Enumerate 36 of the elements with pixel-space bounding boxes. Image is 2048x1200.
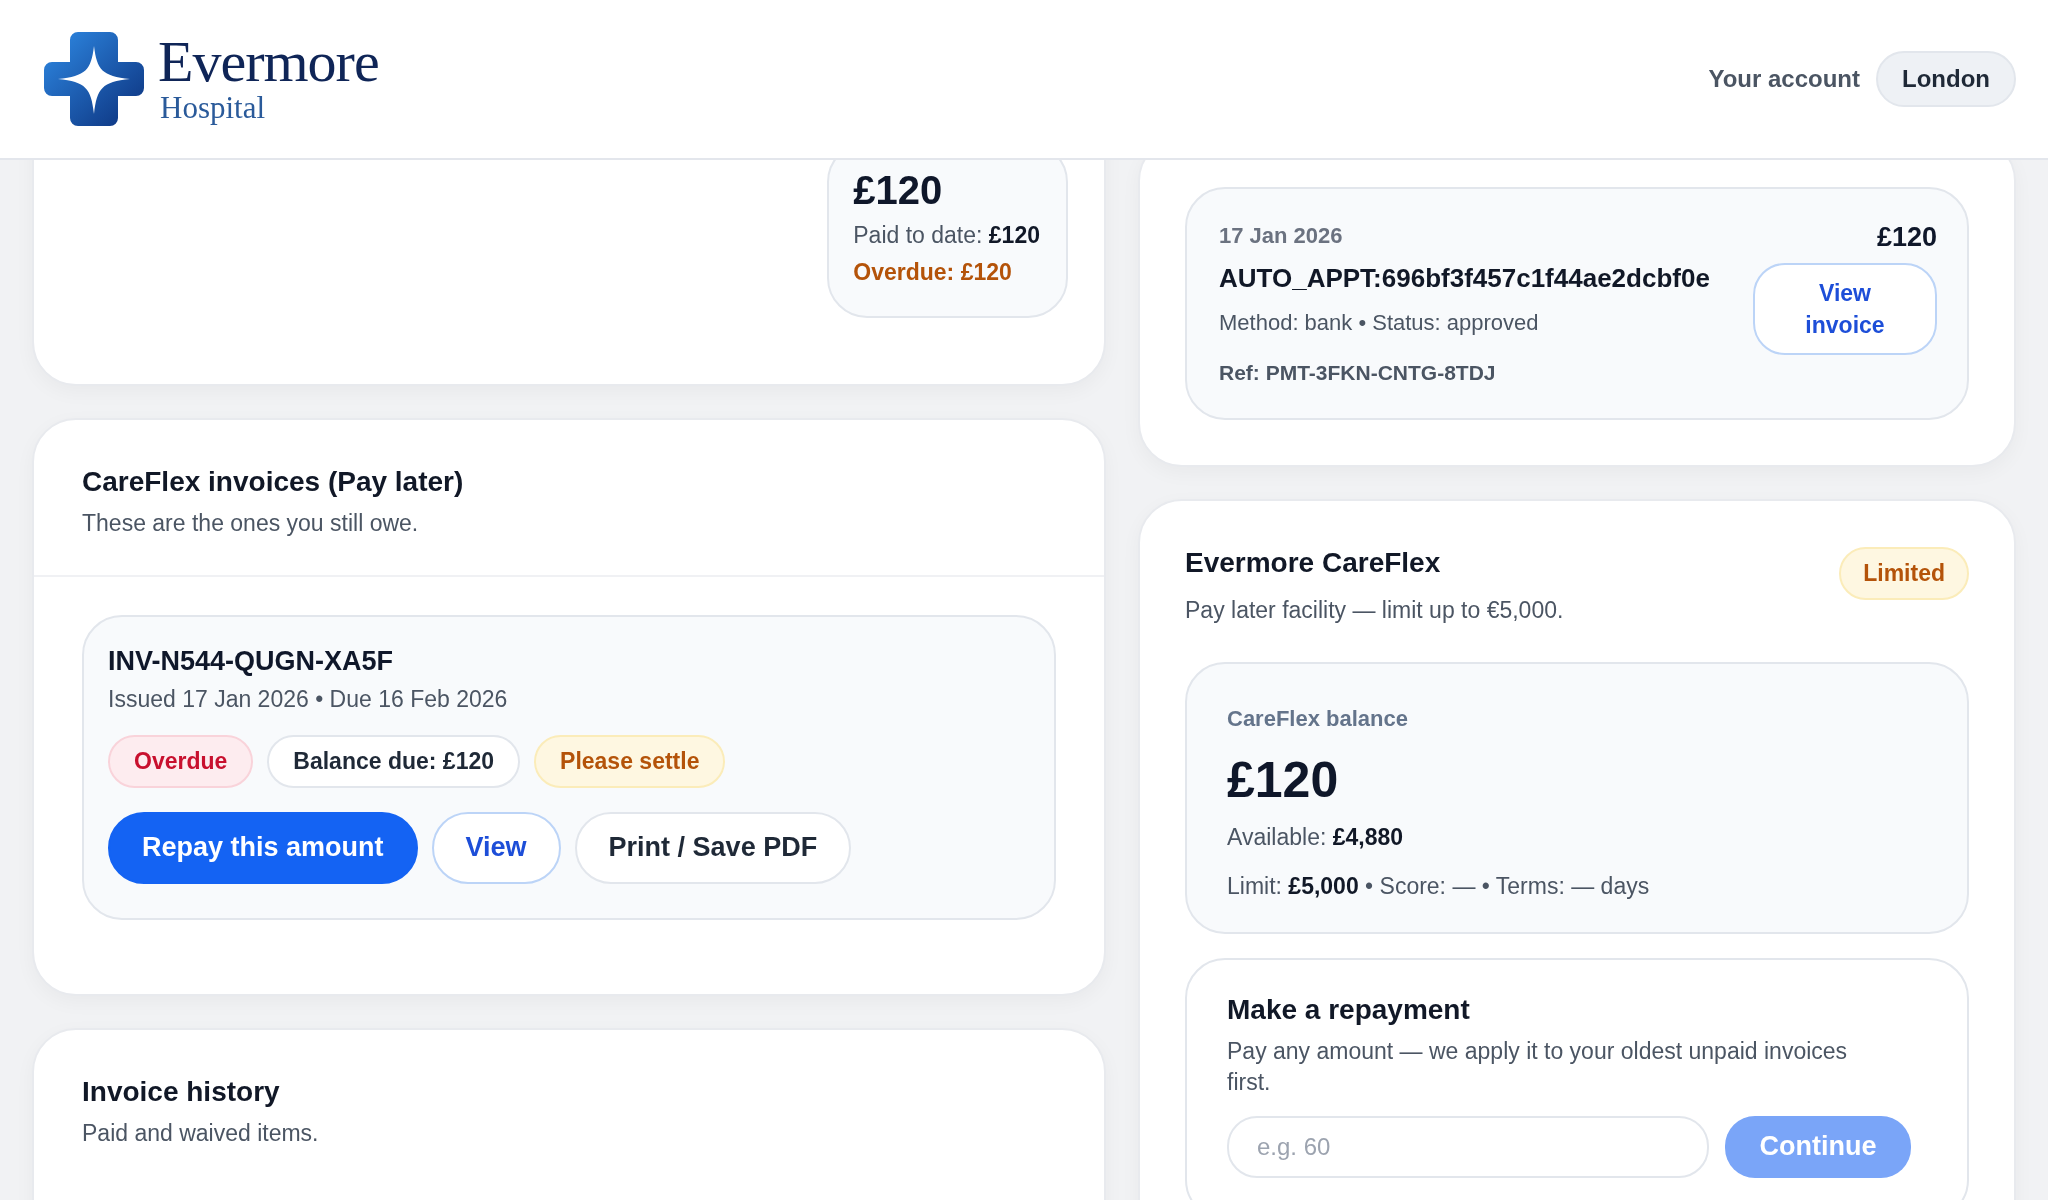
payment-date: 17 Jan 2026 bbox=[1219, 222, 1344, 250]
repayment-description: Pay any amount — we apply it to your oldest unpaid invoices first. bbox=[1227, 1036, 1849, 1097]
overdue-text: Overdue: £120 bbox=[853, 258, 1013, 288]
payment-ref: Ref: PMT-3FKN-CNTG-8TDJ bbox=[1219, 360, 1497, 387]
logo-icon bbox=[44, 32, 144, 126]
invoice-dates: Issued 17 Jan 2026 • Due 16 Feb 2026 bbox=[108, 684, 509, 714]
repayment-title: Make a repayment bbox=[1227, 993, 1471, 1026]
section-title: Invoice history bbox=[82, 1075, 281, 1108]
careflex-title: Evermore CareFlex bbox=[1185, 546, 1442, 579]
payment-reference: AUTO_APPT:696bf3f457c1f44ae2dcbf0e bbox=[1219, 261, 1711, 295]
careflex-subtitle: Pay later facility — limit up to €5,000. bbox=[1185, 595, 1564, 625]
status-tag: Balance due: £120 bbox=[267, 734, 521, 788]
brand-name: Evermore bbox=[158, 33, 379, 91]
action-button[interactable]: Print / Save PDF bbox=[574, 811, 852, 884]
available-text: Available: £4,880 bbox=[1227, 822, 1405, 852]
amount-text: £120 bbox=[853, 167, 944, 214]
limit-text: Limit: £5,000 • Score: — • Terms: — days bbox=[1227, 871, 1651, 901]
brand-subtitle: Hospital bbox=[160, 91, 267, 125]
account-link[interactable]: Your account bbox=[1708, 65, 1861, 93]
amount-input[interactable]: e.g. 60 bbox=[1227, 1115, 1709, 1178]
status-badge: Limited bbox=[1839, 546, 1969, 600]
status-tag: Overdue bbox=[108, 734, 254, 788]
status-tag: Please settle bbox=[534, 734, 726, 788]
section-title: CareFlex invoices (Pay later) bbox=[82, 466, 465, 499]
section-subtitle: Paid and waived items. bbox=[82, 1118, 320, 1148]
balance-amount: £120 bbox=[1227, 750, 1340, 810]
view-invoice-button[interactable]: View invoice bbox=[1753, 263, 1937, 356]
location-button[interactable]: London bbox=[1876, 51, 2016, 107]
section-subtitle: These are the ones you still owe. bbox=[82, 509, 420, 539]
action-button[interactable]: Repay this amount bbox=[108, 811, 418, 884]
paid-to-date-text: Paid to date: £120 bbox=[853, 221, 1040, 250]
action-button[interactable]: View bbox=[431, 811, 561, 884]
invoice-number: INV-N544-QUGN-XA5F bbox=[108, 645, 395, 678]
payment-amount: £120 bbox=[1876, 221, 1937, 254]
balance-label: CareFlex balance bbox=[1227, 704, 1409, 733]
payment-details: Method: bank • Status: approved bbox=[1219, 308, 1540, 337]
